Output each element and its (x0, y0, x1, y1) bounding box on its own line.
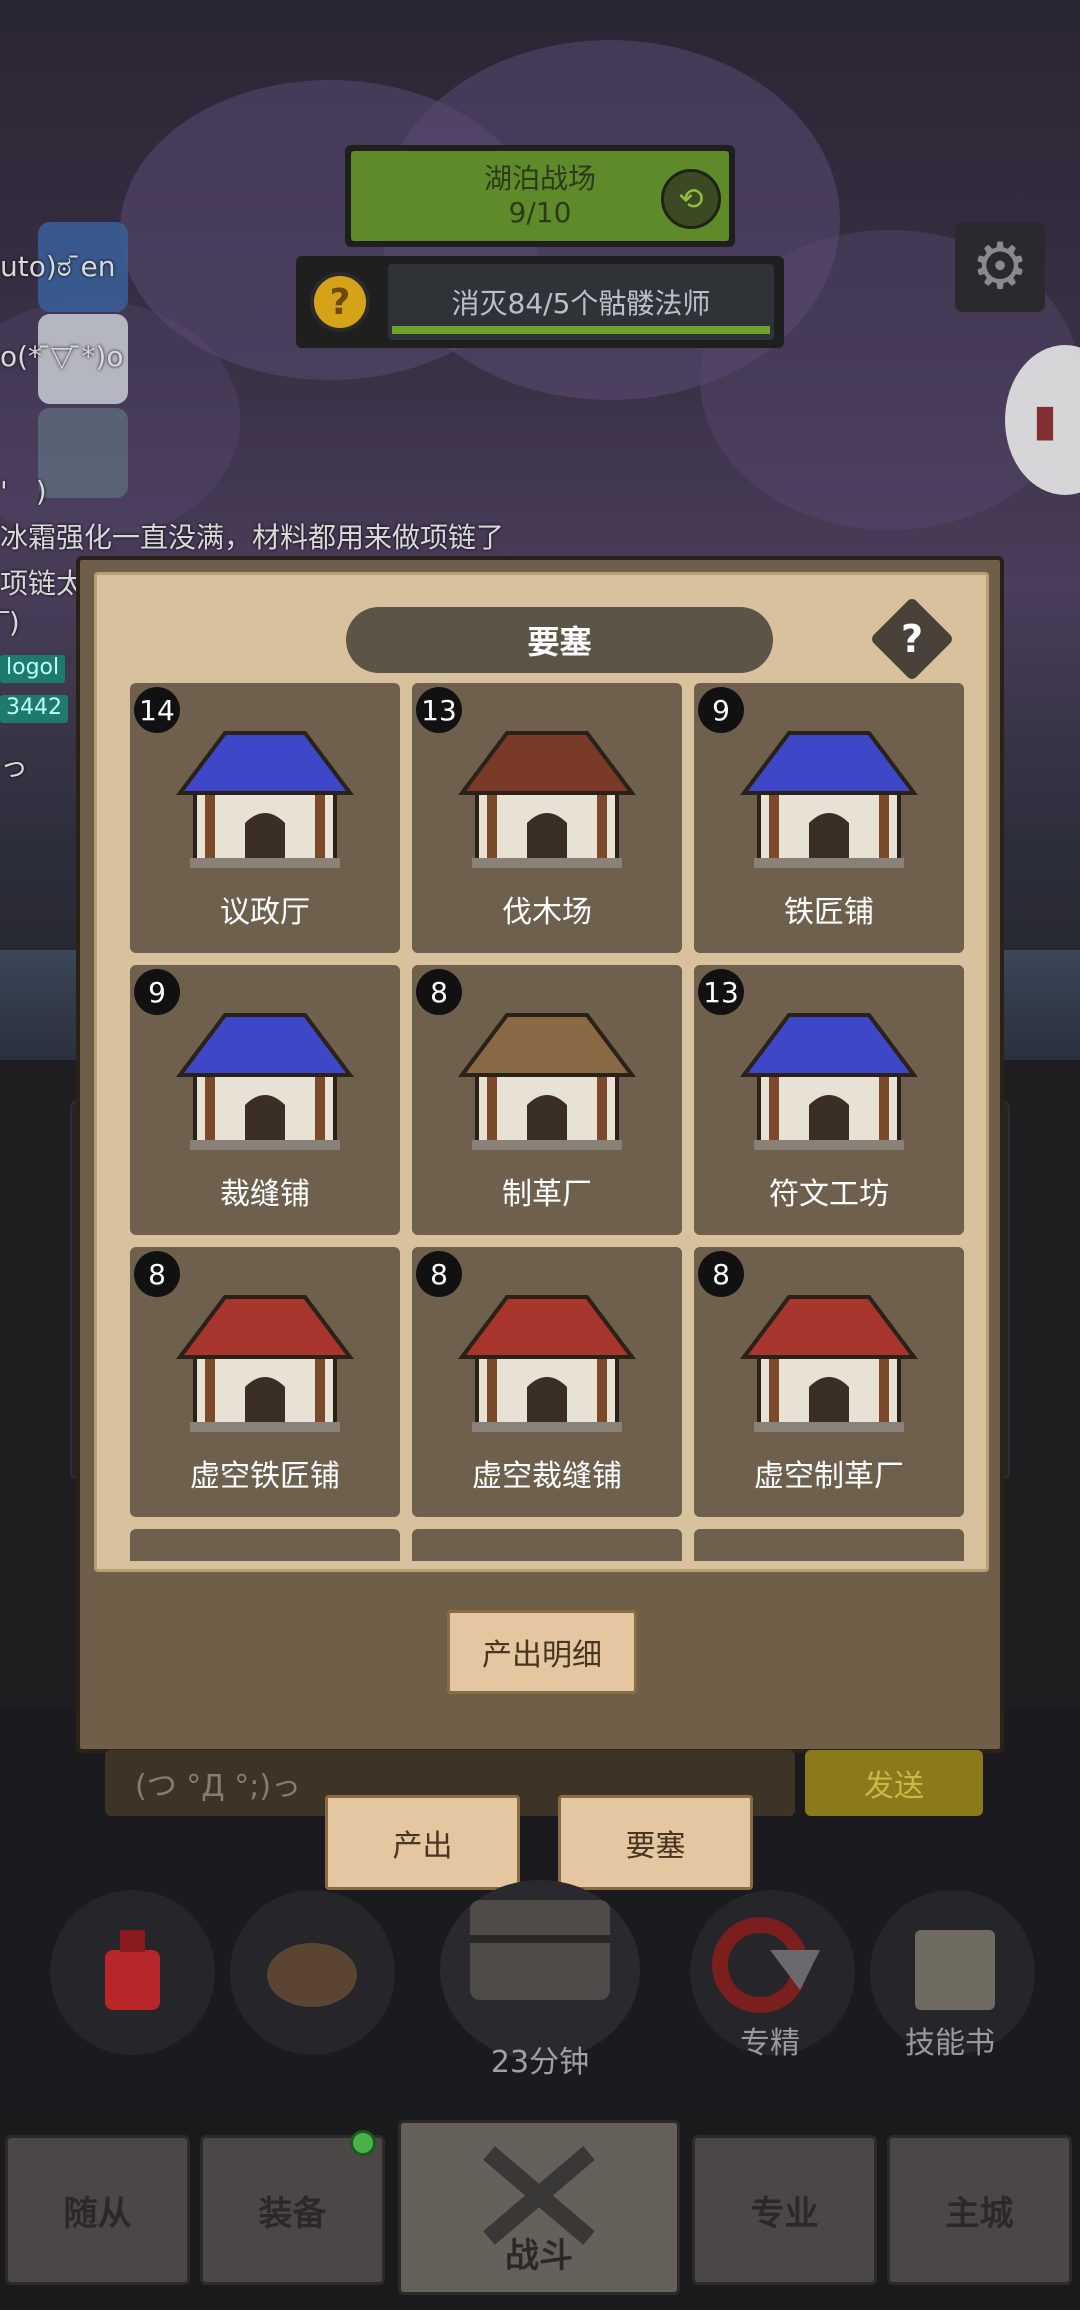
swap-icon: ⟲ (678, 181, 704, 217)
building-card[interactable]: 8 制革厂 (412, 965, 682, 1235)
building-level-badge: 9 (698, 687, 744, 733)
building-card[interactable]: 14 议政厅 (130, 683, 400, 953)
chat-message: ' ) (0, 475, 47, 508)
building-level-badge: 13 (698, 969, 744, 1015)
fortress-panel: 要塞 ? 14 议政厅 13 伐木场 9 铁匠铺 9 裁缝铺 8 制革厂 13 符文工坊 8 虚空铁匠铺 8… (94, 572, 989, 1572)
potion-icon (105, 1930, 160, 2010)
quest-text: 消灭84/5个骷髅法师 (451, 287, 711, 320)
nav-battle-label: 战斗 (505, 2236, 573, 2276)
building-name: 铁匠铺 (784, 895, 874, 930)
chat-message: o(* ̄▽ ̄*)o (0, 340, 124, 373)
help-icon: ? (900, 617, 924, 661)
settings-gear-icon[interactable]: ⚙ (955, 222, 1045, 312)
chest-timer: 23分钟 (490, 2045, 590, 2080)
building-card-partial[interactable] (130, 1529, 400, 1561)
nav-followers[interactable]: 随从 (5, 2135, 190, 2285)
building-name: 裁缝铺 (220, 1177, 310, 1212)
bread-slot[interactable] (230, 1890, 395, 2055)
swap-stage-button[interactable]: ⟲ (661, 169, 721, 229)
stage-progress: 9/10 (508, 196, 572, 229)
building-grid[interactable]: 14 议政厅 13 伐木场 9 铁匠铺 9 裁缝铺 8 制革厂 13 符文工坊 8 虚空铁匠铺 8 虚空裁缝铺… (123, 681, 967, 1561)
chat-message: 冰霜强化一直没满，材料都用来做项链了 (0, 521, 505, 554)
building-level-badge: 8 (134, 1251, 180, 1297)
building-name: 议政厅 (220, 895, 310, 930)
dialog-title: 要塞 (346, 607, 773, 673)
building-card[interactable]: 8 虚空裁缝铺 (412, 1247, 682, 1517)
building-name: 制革厂 (502, 1177, 592, 1212)
building-name: 虚空裁缝铺 (472, 1459, 622, 1494)
building-level-badge: 8 (416, 1251, 462, 1297)
building-name: 虚空铁匠铺 (190, 1459, 340, 1494)
nav-equipment[interactable]: 装备 (200, 2135, 385, 2285)
chat-message: っ (0, 750, 29, 783)
potion-slot[interactable] (50, 1890, 215, 2055)
building-level-badge: 9 (134, 969, 180, 1015)
building-level-badge: 14 (134, 687, 180, 733)
chat-message: 项链太 (0, 567, 85, 600)
nav-battle[interactable]: 战斗 (398, 2120, 680, 2295)
nav-main-city[interactable]: 主城 (887, 2135, 1072, 2285)
chat-badge: logol (0, 655, 66, 683)
notification-dot (350, 2130, 376, 2156)
send-button[interactable]: 发送 (805, 1750, 983, 1816)
quest-banner: ? 消灭84/5个骷髅法师 (296, 256, 784, 348)
building-card[interactable]: 8 虚空制革厂 (694, 1247, 964, 1517)
avatar[interactable] (38, 408, 128, 498)
chat-message: uto)ಠ ̄en (0, 250, 116, 283)
fortress-dialog: 要塞 ? 14 议政厅 13 伐木场 9 铁匠铺 9 裁缝铺 8 制革厂 13 符文工坊 8 虚空铁匠铺 8… (76, 556, 1004, 1753)
book-icon: ▮ (1032, 394, 1058, 446)
quest-progress-bar: 消灭84/5个骷髅法师 (388, 264, 774, 340)
tab-fortress[interactable]: 要塞 (558, 1795, 753, 1890)
building-card[interactable]: 9 铁匠铺 (694, 683, 964, 953)
stage-name: 湖泊战场 (483, 162, 596, 195)
building-level-badge: 8 (416, 969, 462, 1015)
nav-profession[interactable]: 专业 (692, 2135, 877, 2285)
building-card-partial[interactable] (694, 1529, 964, 1561)
skill-book-label: 技能书 (905, 2026, 995, 2061)
output-details-button[interactable]: 产出明细 (447, 1610, 637, 1694)
building-name: 符文工坊 (769, 1177, 889, 1212)
building-card-partial[interactable] (412, 1529, 682, 1561)
building-card[interactable]: 8 虚空铁匠铺 (130, 1247, 400, 1517)
building-card[interactable]: 13 符文工坊 (694, 965, 964, 1235)
building-name: 伐木场 (502, 895, 592, 930)
stage-banner: 湖泊战场 9/10 ⟲ (345, 145, 735, 247)
building-name: 虚空制革厂 (754, 1459, 904, 1494)
specialize-label: 专精 (740, 2026, 800, 2061)
building-level-badge: 13 (416, 687, 462, 733)
building-card[interactable]: 9 裁缝铺 (130, 965, 400, 1235)
chat-badge: 3442 (0, 695, 68, 723)
building-card[interactable]: 13 伐木场 (412, 683, 682, 953)
tab-output[interactable]: 产出 (325, 1795, 520, 1890)
help-button[interactable]: ? (869, 596, 955, 682)
treasure-chest-icon (470, 1900, 610, 2000)
chat-message: ̅ ̅) (0, 606, 20, 639)
quest-progress-fill (392, 326, 770, 334)
bread-icon (267, 1943, 357, 2007)
treasure-chest-slot[interactable] (440, 1880, 640, 2060)
building-level-badge: 8 (698, 1251, 744, 1297)
question-icon[interactable]: ? (310, 272, 370, 332)
